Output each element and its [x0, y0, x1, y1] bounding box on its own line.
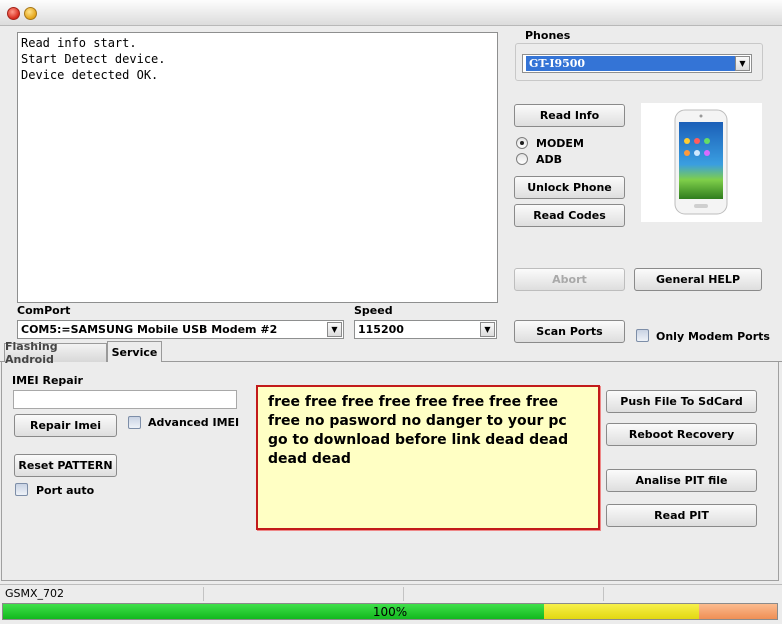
advanced-imei-checkbox[interactable]: [128, 416, 141, 429]
read-pit-button[interactable]: Read PIT: [606, 504, 757, 527]
log-line: Start Detect device.: [21, 52, 166, 66]
analise-pit-button[interactable]: Analise PIT file: [606, 469, 757, 492]
chevron-down-icon[interactable]: ▼: [327, 322, 342, 337]
modem-label: MODEM: [536, 137, 584, 150]
log-line: Read info start.: [21, 36, 137, 50]
smartphone-icon: [674, 109, 728, 215]
phone-model-value: GT-I9500: [526, 56, 738, 71]
chevron-down-icon[interactable]: ▼: [735, 56, 750, 71]
general-help-button[interactable]: General HELP: [634, 268, 762, 291]
comport-value: COM5:=SAMSUNG Mobile USB Modem #2: [21, 323, 278, 336]
progress-label: 100%: [372, 604, 408, 619]
phones-legend: Phones: [522, 29, 574, 42]
only-modem-ports-label: Only Modem Ports: [656, 330, 770, 343]
advanced-imei-label: Advanced IMEI: [148, 416, 240, 429]
comport-label: ComPort: [17, 304, 71, 317]
progress-bar: 100%: [2, 603, 778, 620]
reboot-recovery-button[interactable]: Reboot Recovery: [606, 423, 757, 446]
speed-select[interactable]: 115200 ▼: [354, 320, 497, 339]
adb-label: ADB: [536, 153, 563, 166]
reset-pattern-button[interactable]: Reset PATTERN: [14, 454, 117, 477]
tab-service[interactable]: Service: [107, 341, 162, 362]
log-line: Device detected OK.: [21, 68, 159, 82]
only-modem-ports-checkbox[interactable]: [636, 329, 649, 342]
scan-ports-button[interactable]: Scan Ports: [514, 320, 625, 343]
read-info-button[interactable]: Read Info: [514, 104, 625, 127]
speed-value: 115200: [358, 323, 404, 336]
push-file-button[interactable]: Push File To SdCard: [606, 390, 757, 413]
status-separator: [403, 587, 404, 601]
log-output[interactable]: Read info start. Start Detect device. De…: [17, 32, 498, 303]
adb-radio[interactable]: [516, 153, 528, 165]
status-separator: [603, 587, 604, 601]
phone-model-select[interactable]: GT-I9500 ▼: [522, 54, 752, 73]
abort-button[interactable]: Abort: [514, 268, 625, 291]
minimize-window-button[interactable]: [24, 7, 37, 20]
modem-radio[interactable]: [516, 137, 528, 149]
comport-select[interactable]: COM5:=SAMSUNG Mobile USB Modem #2 ▼: [17, 320, 344, 339]
note-box: free free free free free free free free …: [256, 385, 600, 530]
chevron-down-icon[interactable]: ▼: [480, 322, 495, 337]
title-bar: [0, 0, 782, 26]
tab-flashing-android[interactable]: Flashing Android: [4, 340, 107, 366]
status-app-name: GSMX_702: [5, 587, 65, 600]
imei-repair-label: IMEI Repair: [12, 374, 83, 387]
status-bar: GSMX_702: [0, 584, 782, 602]
imei-input[interactable]: [13, 390, 237, 409]
port-auto-checkbox[interactable]: [15, 483, 28, 496]
speed-label: Speed: [354, 304, 393, 317]
port-auto-label: Port auto: [36, 484, 95, 497]
phone-image: [641, 103, 762, 222]
close-window-button[interactable]: [7, 7, 20, 20]
status-separator: [203, 587, 204, 601]
repair-imei-button[interactable]: Repair Imei: [14, 414, 117, 437]
read-codes-button[interactable]: Read Codes: [514, 204, 625, 227]
unlock-phone-button[interactable]: Unlock Phone: [514, 176, 625, 199]
